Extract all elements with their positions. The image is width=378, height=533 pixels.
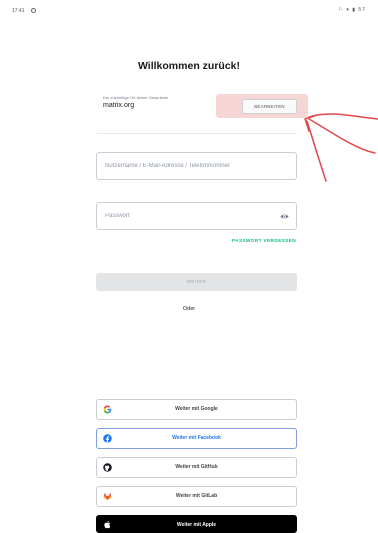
facebook-icon bbox=[103, 434, 112, 443]
github-sso-label: Weiter mit GitHub bbox=[175, 464, 218, 470]
edit-server-button[interactable]: BEARBEITEN bbox=[242, 99, 297, 114]
facebook-sso-label: Weiter mit Facebook bbox=[172, 435, 221, 441]
apple-sso-button[interactable]: Weiter mit Apple bbox=[96, 515, 297, 533]
github-icon bbox=[103, 463, 112, 472]
server-caption: Der zukünftige Ort deiner Gespräche bbox=[103, 95, 169, 100]
gitlab-sso-label: Weiter mit GitLab bbox=[175, 493, 218, 499]
divider bbox=[97, 133, 297, 134]
page-title: Willkommen zurück! bbox=[137, 60, 240, 72]
username-input[interactable] bbox=[97, 153, 296, 179]
google-sso-button[interactable]: Weiter mit Google bbox=[96, 399, 297, 420]
google-icon bbox=[103, 405, 112, 414]
server-name: matrix.org bbox=[103, 102, 135, 109]
gitlab-sso-button[interactable]: Weiter mit GitLab bbox=[96, 486, 297, 507]
username-field[interactable] bbox=[96, 152, 297, 180]
password-input[interactable] bbox=[97, 203, 296, 229]
or-separator: Oder bbox=[182, 306, 196, 312]
apple-icon bbox=[104, 520, 111, 529]
show-password-icon[interactable] bbox=[280, 213, 289, 220]
apple-sso-label: Weiter mit Apple bbox=[176, 522, 217, 528]
facebook-sso-button[interactable]: Weiter mit Facebook bbox=[96, 428, 297, 449]
google-sso-label: Weiter mit Google bbox=[175, 406, 218, 412]
status-bar: 17:41 ⚐ ▾ ▮ 57 bbox=[0, 0, 378, 22]
password-field[interactable] bbox=[96, 202, 297, 230]
notification-icon bbox=[31, 8, 36, 13]
github-sso-button[interactable]: Weiter mit GitHub bbox=[96, 457, 297, 478]
continue-button[interactable]: WEITER bbox=[96, 273, 297, 291]
status-time: 17:41 bbox=[12, 8, 25, 14]
gitlab-icon bbox=[103, 492, 112, 501]
forgot-password-link[interactable]: PASSWORT VERGESSEN bbox=[232, 239, 296, 244]
status-icons: ⚐ ▾ ▮ 57 bbox=[338, 7, 366, 13]
annotation-arrow-icon bbox=[304, 113, 378, 182]
